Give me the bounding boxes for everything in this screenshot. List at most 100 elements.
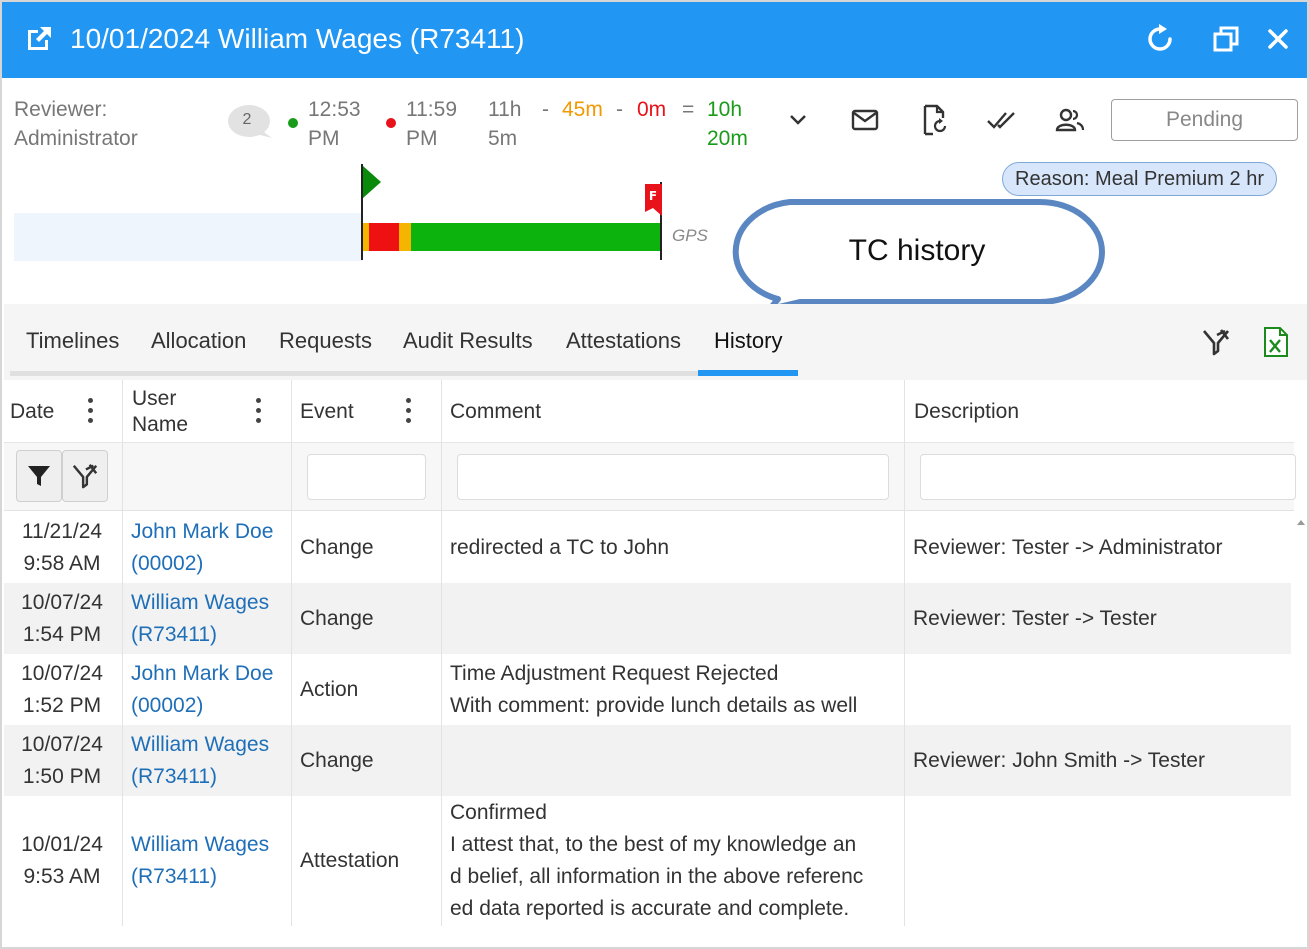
timecard-window: 10/01/2024 William Wages (R73411) Review… <box>0 0 1309 949</box>
end-flag-letter: F <box>649 189 657 203</box>
open-external-icon[interactable] <box>24 24 54 54</box>
column-header-description[interactable]: Description <box>914 399 1019 425</box>
refresh-button[interactable] <box>1143 22 1177 56</box>
column-header-event[interactable]: Event <box>300 399 354 425</box>
table-row[interactable]: 10/07/24 1:52 PM John Mark Doe (00002) Actio… <box>4 654 1291 725</box>
reason-badge: Reason: Meal Premium 2 hr <box>1002 162 1277 196</box>
reviewer-label: Reviewer: <box>14 98 108 121</box>
row-date: 10/01/24 9:53 AM <box>21 833 103 888</box>
recalculate-button[interactable] <box>918 102 952 138</box>
row-description: Reviewer: John Smith -> Tester <box>913 748 1205 772</box>
row-event: Change <box>300 535 374 559</box>
row-user-link[interactable]: William Wages (R73411) <box>131 829 269 893</box>
column-divider <box>904 380 905 926</box>
double-check-icon <box>987 112 1015 129</box>
reviewer-info: Reviewer: Administrator <box>14 95 138 153</box>
filter-button[interactable] <box>16 450 62 502</box>
net-hours: 10h 20m <box>707 98 748 150</box>
mail-icon <box>851 109 879 131</box>
column-header-date[interactable]: Date <box>10 399 54 425</box>
row-user-link[interactable]: William Wages (R73411) <box>131 587 269 651</box>
export-excel-button[interactable] <box>1260 324 1292 360</box>
description-filter-input[interactable] <box>920 454 1296 500</box>
status-pending-button[interactable]: Pending <box>1111 99 1298 141</box>
row-comment: Time Adjustment Request Rejected With com… <box>450 661 858 717</box>
row-user-link[interactable]: John Mark Doe (00002) <box>131 658 273 722</box>
grid-header <box>4 380 1294 443</box>
clear-filters-button[interactable] <box>1198 326 1234 358</box>
filter-icon <box>28 466 50 486</box>
gps-label: GPS <box>672 226 708 245</box>
tab-track <box>10 371 698 376</box>
minus-sign-1: - <box>542 98 549 121</box>
table-row[interactable]: 10/07/24 1:50 PM William Wages (R73411) Chan… <box>4 725 1291 796</box>
document-refresh-icon <box>923 104 947 136</box>
row-date: 11/21/24 9:58 AM <box>21 519 103 575</box>
end-time: 11:59 PM <box>406 98 457 150</box>
tab-allocation[interactable]: Allocation <box>151 325 246 357</box>
row-comment: Confirmed I attest that, to the best of m… <box>450 801 864 920</box>
comment-filter-input[interactable] <box>457 454 889 500</box>
row-date: 10/07/24 1:54 PM <box>21 590 103 646</box>
column-header-user-name[interactable]: User Name <box>132 386 188 438</box>
timeline-segment-exception[interactable] <box>369 223 399 251</box>
user-column-menu-icon[interactable] <box>256 398 262 424</box>
end-dot-icon <box>386 118 396 128</box>
row-description: Reviewer: Tester -> Tester <box>913 606 1157 630</box>
reviewer-name: Administrator <box>14 127 138 150</box>
window-title: 10/01/2024 William Wages (R73411) <box>70 23 525 54</box>
timeline-segment-worked[interactable] <box>411 223 661 251</box>
close-icon <box>1268 29 1288 49</box>
row-date: 10/07/24 1:52 PM <box>21 661 103 717</box>
minus-sign-2: - <box>616 98 623 121</box>
row-event: Action <box>300 677 359 701</box>
tab-history[interactable]: History <box>714 325 782 357</box>
table-row[interactable]: 11/21/24 9:58 AM John Mark Doe (00002) Chang… <box>4 512 1291 583</box>
column-divider <box>291 380 292 926</box>
comment-count: 2 <box>242 111 252 128</box>
table-row[interactable]: 10/07/24 1:54 PM William Wages (R73411) Chan… <box>4 583 1291 654</box>
excel-icon <box>1264 327 1288 357</box>
scroll-up-arrow-icon[interactable] <box>1295 516 1307 528</box>
column-header-comment[interactable]: Comment <box>450 399 541 425</box>
start-dot-icon <box>288 118 298 128</box>
row-user-link[interactable]: John Mark Doe (00002) <box>131 516 273 580</box>
refresh-icon <box>1148 24 1172 51</box>
title-bar: 10/01/2024 William Wages (R73411) <box>2 2 1307 78</box>
start-time: 12:53 PM <box>308 98 361 150</box>
expand-button[interactable] <box>784 106 812 134</box>
chevron-down-icon <box>790 115 806 125</box>
table-row[interactable]: 10/01/24 9:53 AM William Wages (R73411) Atte… <box>4 796 1291 926</box>
total-hours: 11h 5m <box>488 98 522 150</box>
row-comment: redirected a TC to John <box>450 535 670 559</box>
tab-audit-results[interactable]: Audit Results <box>403 325 533 357</box>
clear-filter-button[interactable] <box>62 450 108 502</box>
people-icon <box>1055 108 1085 132</box>
timeline-segment-meal[interactable] <box>399 223 411 251</box>
restore-button[interactable] <box>1209 22 1243 56</box>
active-tab-indicator <box>698 370 798 376</box>
row-date: 10/07/24 1:50 PM <box>21 732 103 788</box>
date-column-menu-icon[interactable] <box>88 398 94 424</box>
row-user-link[interactable]: William Wages (R73411) <box>131 729 269 793</box>
column-divider <box>122 380 123 926</box>
row-event: Change <box>300 748 374 772</box>
approve-all-button[interactable] <box>984 104 1020 136</box>
column-divider <box>441 380 442 926</box>
change-reviewer-button[interactable] <box>1052 104 1088 136</box>
close-button[interactable] <box>1261 22 1295 56</box>
tab-timelines[interactable]: Timelines <box>26 325 119 357</box>
filter-clear-icon <box>72 464 98 489</box>
equals-sign: = <box>682 98 695 121</box>
row-event: Attestation <box>300 849 400 872</box>
tab-attestations[interactable]: Attestations <box>566 325 681 357</box>
row-description: Reviewer: Tester -> Administrator <box>913 535 1223 559</box>
tab-requests[interactable]: Requests <box>279 325 372 357</box>
event-column-menu-icon[interactable] <box>406 398 412 424</box>
filter-clear-icon <box>1203 329 1230 356</box>
email-button[interactable] <box>848 104 882 136</box>
deduction-time: 0m <box>637 98 667 121</box>
callout-text: TC history <box>848 234 986 267</box>
event-filter-input[interactable] <box>307 454 426 500</box>
restore-window-icon <box>1213 26 1239 52</box>
